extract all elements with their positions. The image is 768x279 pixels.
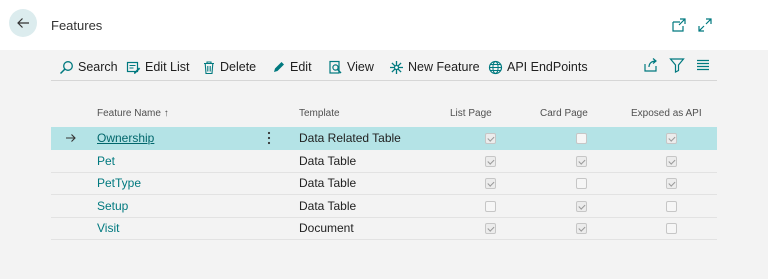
- column-header-exposed-as-api[interactable]: Exposed as API: [631, 108, 702, 119]
- card-page-checkbox: [576, 223, 587, 234]
- api-endpoints-button[interactable]: API EndPoints: [488, 58, 588, 76]
- column-header-list-page[interactable]: List Page: [450, 108, 492, 119]
- search-icon: [59, 60, 73, 74]
- card-page-checkbox: [576, 178, 587, 189]
- view-button[interactable]: View: [328, 58, 374, 76]
- delete-label: Delete: [220, 60, 257, 74]
- feature-name-link[interactable]: Ownership: [97, 131, 154, 145]
- row-arrow-icon: [66, 134, 76, 142]
- list-page-checkbox: [485, 201, 496, 212]
- exposed-as-api-checkbox: [666, 223, 677, 234]
- column-header-template[interactable]: Template: [299, 108, 340, 119]
- column-header-feature-name[interactable]: Feature Name ↑: [97, 108, 169, 119]
- list-page-checkbox: [485, 133, 496, 144]
- view-icon: [329, 60, 342, 74]
- card-page-checkbox: [576, 201, 587, 212]
- list-page-checkbox: [485, 178, 496, 189]
- exposed-as-api-checkbox: [666, 133, 677, 144]
- edit-icon: [274, 62, 284, 72]
- exposed-as-api-checkbox: [666, 178, 677, 189]
- new-feature-icon: [390, 60, 403, 74]
- edit-list-icon: [126, 61, 141, 74]
- back-arrow-icon: [17, 18, 29, 28]
- column-header-card-page[interactable]: Card Page: [540, 108, 588, 119]
- page-header: Features: [0, 0, 768, 50]
- search-button[interactable]: Search: [59, 58, 118, 76]
- new-feature-button[interactable]: New Feature: [389, 58, 480, 76]
- table-row[interactable]: Setup Data Table: [51, 195, 717, 218]
- table-row[interactable]: Pet Data Table: [51, 150, 717, 173]
- feature-name-link[interactable]: Pet: [97, 154, 115, 168]
- back-button[interactable]: [9, 9, 37, 37]
- expand-icon[interactable]: [697, 17, 713, 33]
- api-globe-icon: [488, 60, 503, 74]
- template-value: Data Table: [299, 154, 357, 168]
- list-view-icon[interactable]: [695, 57, 711, 73]
- feature-name-link[interactable]: PetType: [97, 176, 141, 190]
- new-feature-label: New Feature: [408, 60, 480, 74]
- template-value: Document: [299, 221, 354, 235]
- delete-icon: [204, 60, 214, 74]
- template-value: Data Related Table: [299, 131, 401, 145]
- delete-button[interactable]: Delete: [202, 58, 256, 76]
- exposed-as-api-checkbox: [666, 201, 677, 212]
- edit-list-label: Edit List: [145, 60, 190, 74]
- share-icon[interactable]: [643, 57, 659, 73]
- open-new-window-icon[interactable]: [671, 17, 687, 33]
- feature-name-link[interactable]: Visit: [97, 221, 119, 235]
- list-page-checkbox: [485, 223, 496, 234]
- table-row[interactable]: Visit Document: [51, 217, 717, 240]
- edit-label: Edit: [290, 60, 312, 74]
- list-page-checkbox: [485, 156, 496, 167]
- template-value: Data Table: [299, 199, 357, 213]
- filter-icon[interactable]: [669, 57, 685, 73]
- exposed-as-api-checkbox: [666, 156, 677, 167]
- api-endpoints-label: API EndPoints: [507, 60, 588, 74]
- template-value: Data Table: [299, 176, 357, 190]
- action-toolbar: Search Edit List Delete Edit View New Fe…: [51, 52, 717, 81]
- edit-button[interactable]: Edit: [272, 58, 312, 76]
- card-page-checkbox: [576, 133, 587, 144]
- table-row[interactable]: PetType Data Table: [51, 172, 717, 195]
- row-menu-icon[interactable]: [267, 131, 271, 145]
- table-row[interactable]: Ownership Data Related Table: [51, 127, 717, 150]
- page-title: Features: [51, 18, 103, 33]
- search-label: Search: [78, 60, 118, 74]
- view-label: View: [347, 60, 374, 74]
- feature-name-link[interactable]: Setup: [97, 199, 128, 213]
- edit-list-button[interactable]: Edit List: [126, 58, 189, 76]
- card-page-checkbox: [576, 156, 587, 167]
